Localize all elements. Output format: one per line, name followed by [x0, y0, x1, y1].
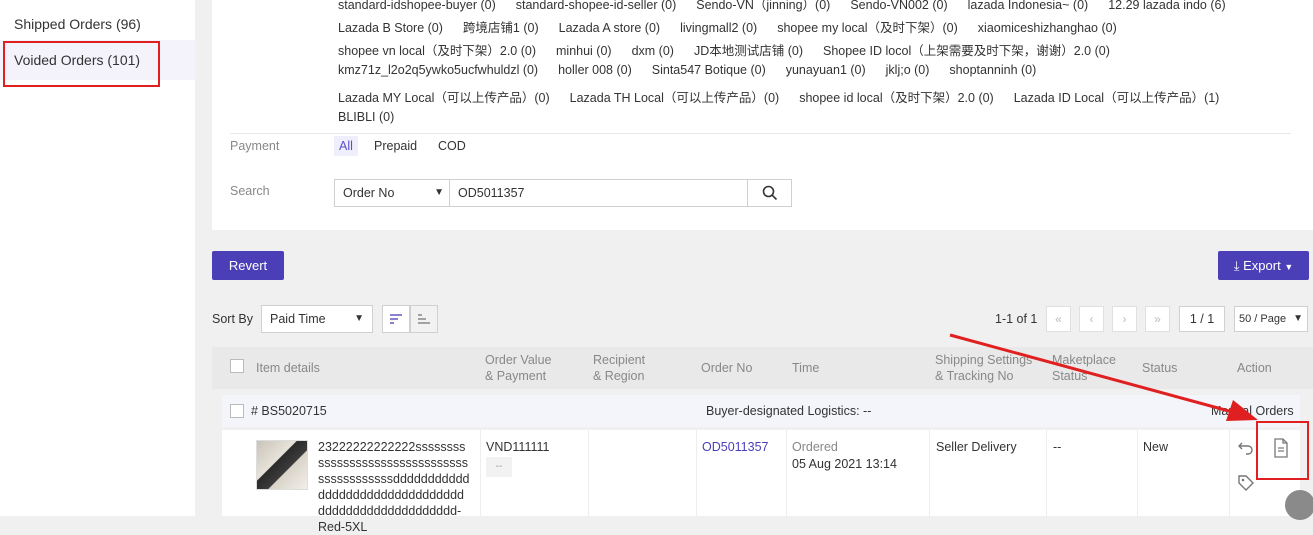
annotation-arrow: [949, 333, 1258, 421]
